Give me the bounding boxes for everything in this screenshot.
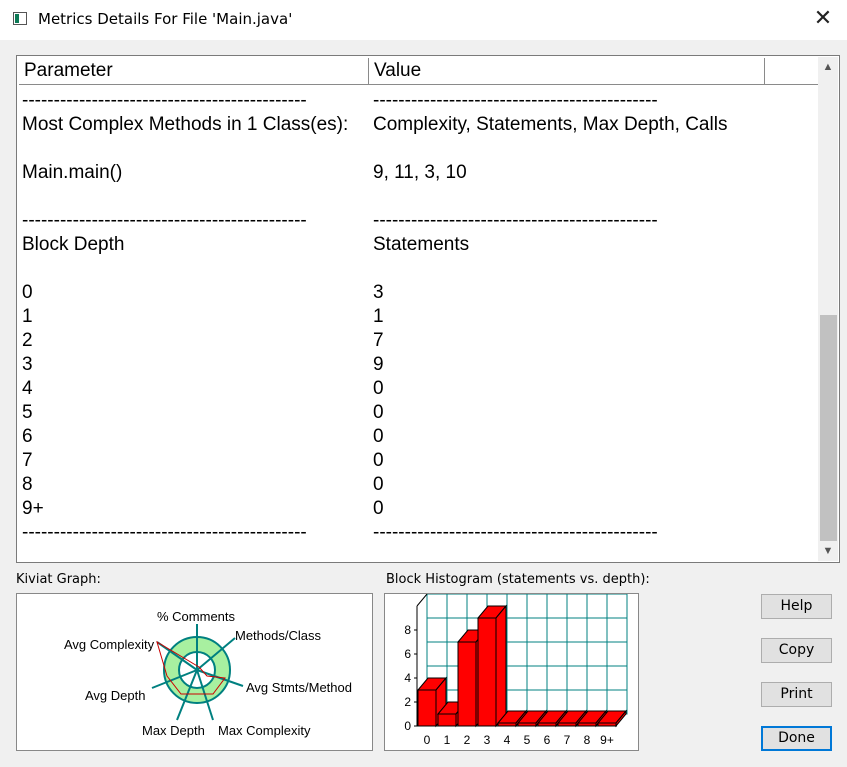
- list-header: Parameter Value: [19, 58, 819, 85]
- x-tick-label: 0: [424, 733, 431, 747]
- block-histogram-chart: 024680 1 2 3 4 5 6 7 8 9+: [404, 593, 628, 747]
- list-item[interactable]: 27: [22, 329, 817, 353]
- parameter-cell: 1: [22, 306, 33, 327]
- parameter-cell: Main.main(): [22, 162, 123, 183]
- axis-label-avg-depth: Avg Depth: [85, 688, 145, 703]
- value-cell: 0: [373, 474, 384, 495]
- y-tick-label: 8: [404, 623, 411, 637]
- y-tick-label: 4: [404, 671, 411, 685]
- value-cell: 0: [373, 450, 384, 471]
- kiviat-graph-panel: % Comments Methods/Class Avg Stmts/Metho…: [16, 593, 373, 751]
- value-cell: 9: [373, 354, 384, 375]
- help-button[interactable]: Help: [761, 594, 832, 619]
- x-tick-label: 7: [564, 733, 571, 747]
- column-header-value[interactable]: Value: [369, 58, 765, 84]
- x-tick-label: 3: [484, 733, 491, 747]
- done-button[interactable]: Done: [761, 726, 832, 751]
- x-tick-label: 5: [524, 733, 531, 747]
- column-header-parameter[interactable]: Parameter: [19, 58, 369, 84]
- list-item[interactable]: ----------------------------------------…: [22, 89, 817, 113]
- y-tick-label: 2: [404, 695, 411, 709]
- value-cell: 0: [373, 378, 384, 399]
- parameter-cell: 3: [22, 354, 33, 375]
- value-cell: Statements: [373, 234, 470, 255]
- value-cell: ----------------------------------------…: [373, 90, 658, 111]
- axis-label-avg-stmts-method: Avg Stmts/Method: [246, 680, 352, 695]
- histogram-bar: [476, 604, 508, 728]
- metrics-list[interactable]: Parameter Value ------------------------…: [16, 55, 840, 563]
- value-cell: ----------------------------------------…: [373, 522, 658, 543]
- axis-label-avg-complexity: Avg Complexity: [64, 637, 155, 652]
- value-cell: 0: [373, 402, 384, 423]
- value-cell: ----------------------------------------…: [373, 210, 658, 231]
- title-bar: Metrics Details For File 'Main.java' ✕: [0, 0, 847, 40]
- x-tick-label: 8: [584, 733, 591, 747]
- list-item[interactable]: 9+ 0: [22, 497, 817, 521]
- parameter-cell: 0: [22, 282, 33, 303]
- value-cell: 0: [373, 498, 384, 519]
- x-tick-label: 4: [504, 733, 511, 747]
- list-item[interactable]: 39: [22, 353, 817, 377]
- histogram-label: Block Histogram (statements vs. depth):: [386, 572, 650, 587]
- parameter-cell: Most Complex Methods in 1 Class(es):: [22, 114, 349, 135]
- value-cell: 3: [373, 282, 384, 303]
- y-tick-label: 6: [404, 647, 411, 661]
- y-tick-label: 0: [404, 719, 411, 733]
- list-item[interactable]: 50: [22, 401, 817, 425]
- parameter-cell: 8: [22, 474, 33, 495]
- parameter-cell: 4: [22, 378, 33, 399]
- window-icon: [13, 12, 27, 25]
- close-button[interactable]: ✕: [811, 8, 835, 32]
- window-title: Metrics Details For File 'Main.java': [38, 10, 293, 28]
- parameter-cell: 5: [22, 402, 33, 423]
- list-rows: ----------------------------------------…: [22, 89, 817, 545]
- list-item[interactable]: [22, 185, 817, 209]
- list-item[interactable]: 60: [22, 425, 817, 449]
- x-tick-label: 6: [544, 733, 551, 747]
- parameter-cell: 2: [22, 330, 33, 351]
- axis-label-max-depth: Max Depth: [142, 723, 205, 738]
- parameter-cell: 7: [22, 450, 33, 471]
- parameter-cell: Block Depth: [22, 234, 125, 255]
- axis-label-max-complexity: Max Complexity: [218, 723, 311, 738]
- value-cell: Complexity, Statements, Max Depth, Calls: [373, 114, 728, 135]
- list-item[interactable]: Block Depth Statements: [22, 233, 817, 257]
- list-item[interactable]: [22, 137, 817, 161]
- parameter-cell: 6: [22, 426, 33, 447]
- value-cell: 9, 11, 3, 10: [373, 162, 467, 183]
- value-cell: 7: [373, 330, 384, 351]
- list-item[interactable]: 11: [22, 305, 817, 329]
- list-item[interactable]: Most Complex Methods in 1 Class(es): Comp…: [22, 113, 817, 137]
- print-button[interactable]: Print: [761, 682, 832, 707]
- kiviat-graph-label: Kiviat Graph:: [16, 572, 101, 587]
- kiviat-graph: % Comments Methods/Class Avg Stmts/Metho…: [64, 609, 352, 738]
- parameter-cell: ----------------------------------------…: [22, 522, 307, 543]
- parameter-cell: ----------------------------------------…: [22, 90, 307, 111]
- x-tick-label: 2: [464, 733, 471, 747]
- value-cell: 1: [373, 306, 384, 327]
- histogram-panel: 0 2 4 6 8 0 1 2 3 4 5 6 7 8 9+: [384, 593, 639, 751]
- axis-label-comments: % Comments: [157, 609, 236, 624]
- column-header-filler: [765, 58, 819, 84]
- list-item[interactable]: [22, 257, 817, 281]
- list-item[interactable]: 70: [22, 449, 817, 473]
- vertical-scrollbar[interactable]: ▲ ▼: [818, 57, 838, 561]
- list-item[interactable]: ----------------------------------------…: [22, 209, 817, 233]
- copy-button[interactable]: Copy: [761, 638, 832, 663]
- value-cell: 0: [373, 426, 384, 447]
- x-tick-label: 1: [444, 733, 451, 747]
- list-item[interactable]: Main.main() 9, 11, 3, 10: [22, 161, 817, 185]
- list-item[interactable]: 80: [22, 473, 817, 497]
- list-item[interactable]: 03: [22, 281, 817, 305]
- list-item[interactable]: ----------------------------------------…: [22, 521, 817, 545]
- scroll-thumb[interactable]: [820, 315, 837, 541]
- list-item[interactable]: 40: [22, 377, 817, 401]
- scroll-down-arrow-icon[interactable]: ▼: [818, 541, 838, 561]
- axis-label-methods-class: Methods/Class: [235, 628, 321, 643]
- parameter-cell: ----------------------------------------…: [22, 210, 307, 231]
- scroll-up-arrow-icon[interactable]: ▲: [818, 57, 838, 77]
- x-tick-label: 9+: [600, 733, 614, 747]
- parameter-cell: 9+: [22, 498, 44, 519]
